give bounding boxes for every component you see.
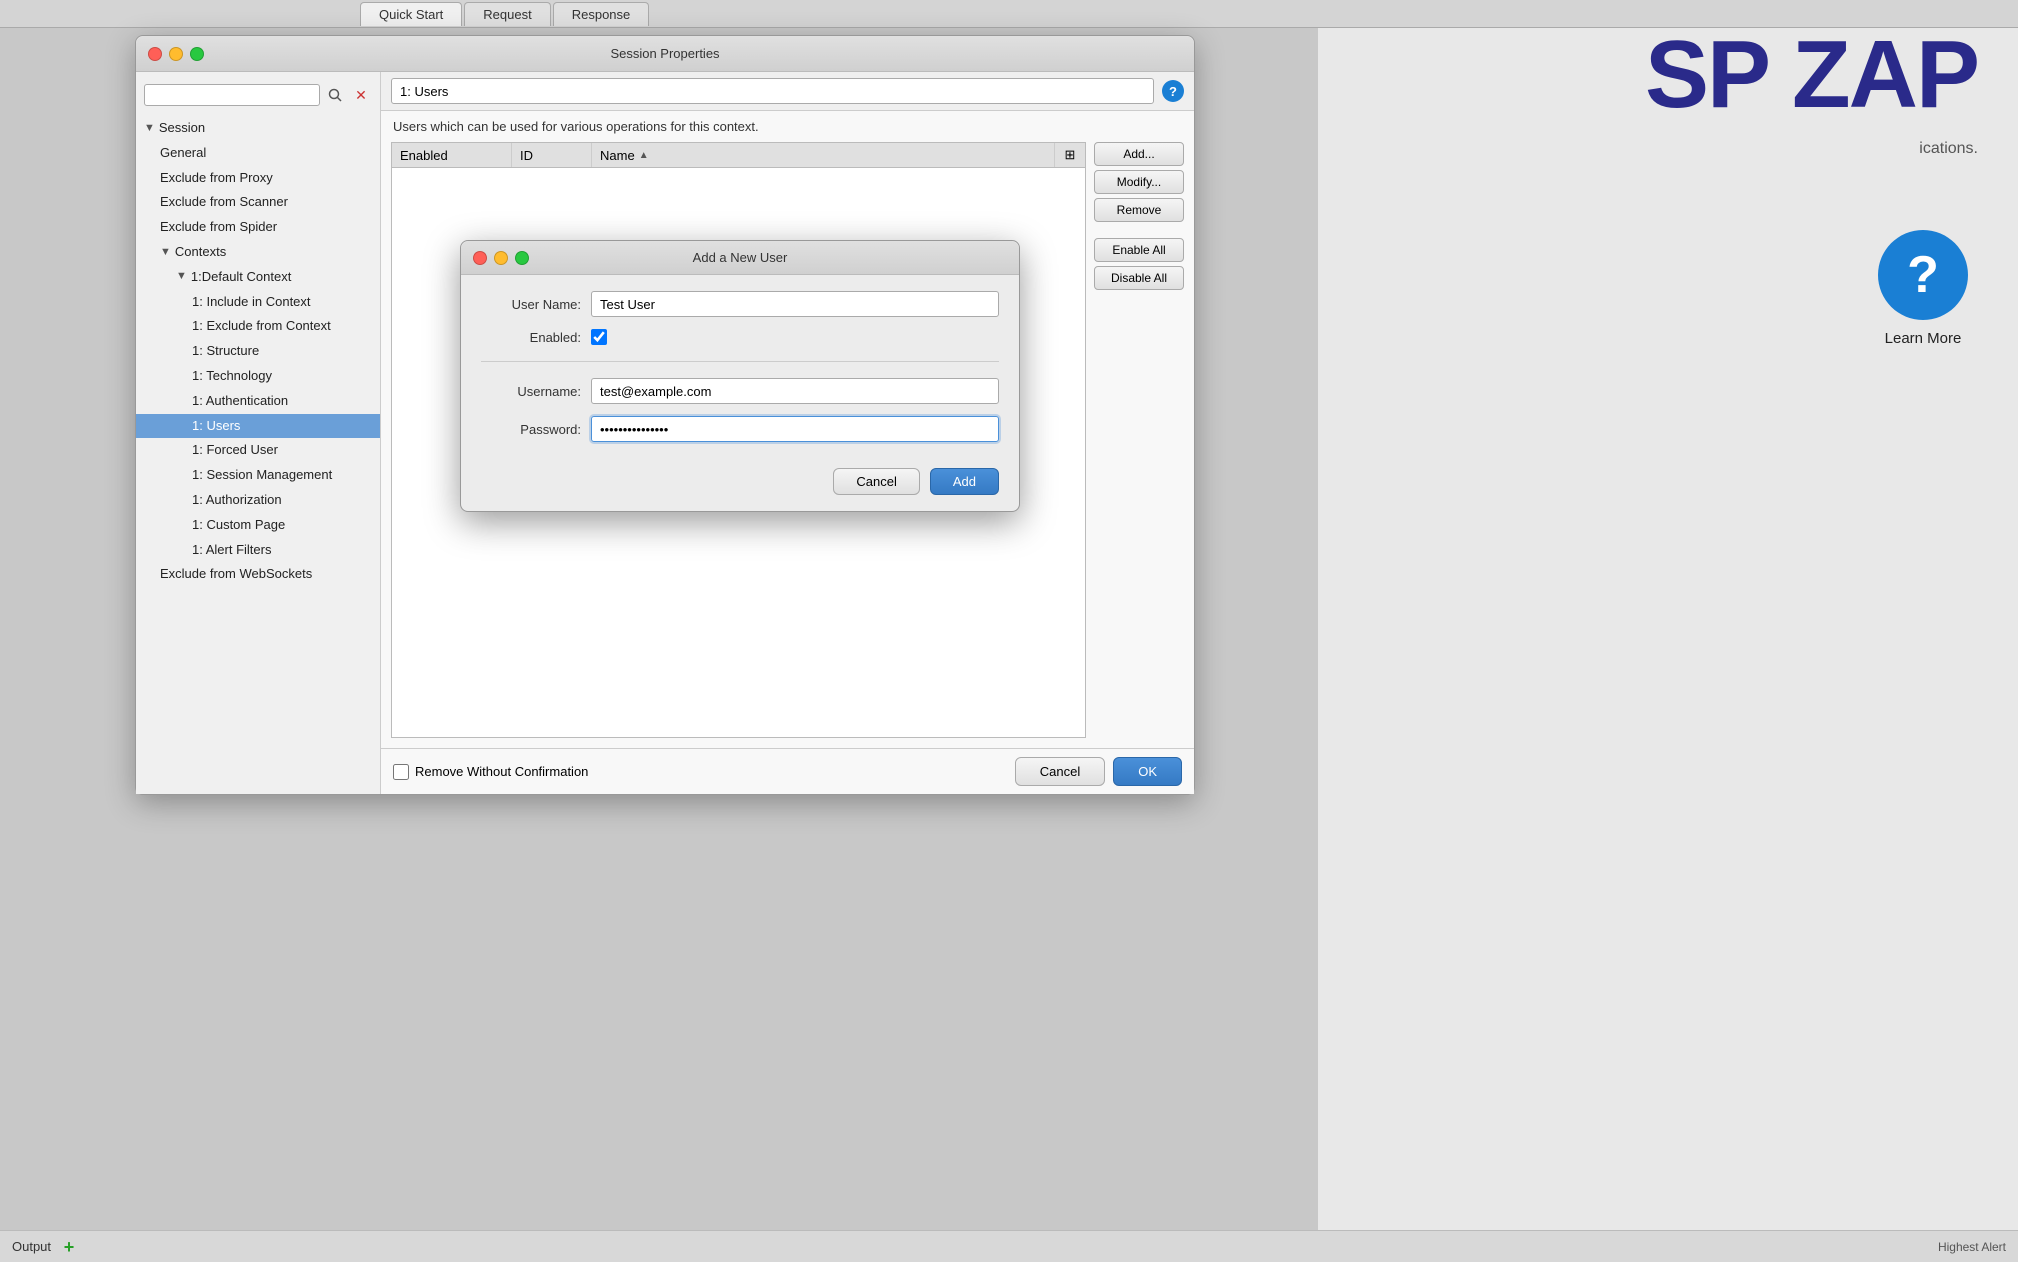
sidebar-item-authentication[interactable]: 1: Authentication <box>136 389 380 414</box>
add-user-add-button[interactable]: Add <box>930 468 999 495</box>
add-user-dialog-body: User Name: Enabled: Username: Password: <box>461 275 1019 458</box>
form-row-login-username: Username: <box>481 378 999 404</box>
sidebar-item-session[interactable]: Session <box>136 116 380 141</box>
username-input[interactable] <box>591 378 999 404</box>
sidebar-search-bar: ✕ <box>136 80 380 110</box>
sidebar-search-icon-btn[interactable] <box>324 84 346 106</box>
sidebar-item-exclude-proxy[interactable]: Exclude from Proxy <box>136 166 380 191</box>
th-enabled: Enabled <box>392 143 512 167</box>
add-user-dialog-footer: Cancel Add <box>461 458 1019 511</box>
minimize-button[interactable] <box>169 47 183 61</box>
sidebar-item-contexts[interactable]: Contexts <box>136 240 380 265</box>
remove-confirmation-checkbox[interactable] <box>393 764 409 780</box>
zap-background: SP ZAP ications. <box>1318 0 2018 1262</box>
sidebar-item-exclude-websockets[interactable]: Exclude from WebSockets <box>136 562 380 587</box>
sidebar-item-include-context[interactable]: 1: Include in Context <box>136 290 380 315</box>
content-header: 1: Users ? <box>381 72 1194 111</box>
sidebar-item-users[interactable]: 1: Users <box>136 414 380 439</box>
enabled-label: Enabled: <box>481 330 581 345</box>
session-sidebar: ✕ Session General Exclude from Proxy Exc… <box>136 72 381 794</box>
output-bar: Output + Highest Alert <box>0 1230 2018 1262</box>
session-dialog-titlebar: Session Properties <box>136 36 1194 72</box>
content-description: Users which can be used for various oper… <box>381 111 1194 142</box>
add-user-dialog: Add a New User User Name: Enabled: Usern… <box>460 240 1020 512</box>
user-name-label: User Name: <box>481 297 581 312</box>
sidebar-clear-icon-btn[interactable]: ✕ <box>350 84 372 106</box>
tab-bar: Quick Start Request Response <box>0 0 2018 28</box>
tab-response[interactable]: Response <box>553 2 650 26</box>
add-user-dialog-title: Add a New User <box>693 250 788 265</box>
contexts-arrow-icon <box>160 244 171 262</box>
th-id: ID <box>512 143 592 167</box>
session-dialog-title: Session Properties <box>610 46 719 61</box>
tab-quick-start[interactable]: Quick Start <box>360 2 462 26</box>
form-separator <box>481 361 999 362</box>
modify-user-button[interactable]: Modify... <box>1094 170 1184 194</box>
add-user-maximize-button[interactable] <box>515 251 529 265</box>
context-title: 1: Users <box>391 78 1154 104</box>
bottom-bar: Remove Without Confirmation Cancel OK <box>381 748 1194 794</box>
enabled-checkbox[interactable] <box>591 329 607 345</box>
sidebar-item-authorization[interactable]: 1: Authorization <box>136 488 380 513</box>
sidebar-item-exclude-context[interactable]: 1: Exclude from Context <box>136 314 380 339</box>
password-label: Password: <box>481 422 581 437</box>
user-name-input[interactable] <box>591 291 999 317</box>
window-controls <box>148 47 204 61</box>
learn-more-help-icon[interactable]: ? <box>1878 230 1968 320</box>
session-ok-button[interactable]: OK <box>1113 757 1182 786</box>
disable-all-button[interactable]: Disable All <box>1094 266 1184 290</box>
highest-alert-label: Highest Alert <box>1938 1240 2006 1254</box>
learn-more-section: ? Learn More <box>1878 230 1968 347</box>
sidebar-item-session-management[interactable]: 1: Session Management <box>136 463 380 488</box>
sidebar-item-forced-user[interactable]: 1: Forced User <box>136 438 380 463</box>
default-context-arrow-icon <box>176 268 187 286</box>
add-user-cancel-button[interactable]: Cancel <box>833 468 919 495</box>
password-input[interactable] <box>591 416 999 442</box>
learn-more-label: Learn More <box>1885 330 1962 347</box>
sidebar-item-technology[interactable]: 1: Technology <box>136 364 380 389</box>
session-arrow-icon <box>144 120 155 138</box>
close-button[interactable] <box>148 47 162 61</box>
remove-user-button[interactable]: Remove <box>1094 198 1184 222</box>
zap-title: SP ZAP <box>1645 20 1978 130</box>
bottom-buttons: Cancel OK <box>1015 757 1182 786</box>
status-right: Highest Alert <box>1938 1240 2006 1254</box>
username-label: Username: <box>481 384 581 399</box>
th-extra: ⊞ <box>1055 143 1085 167</box>
maximize-button[interactable] <box>190 47 204 61</box>
add-user-minimize-button[interactable] <box>494 251 508 265</box>
session-cancel-button[interactable]: Cancel <box>1015 757 1105 786</box>
sort-arrow-icon: ▲ <box>639 150 649 161</box>
sidebar-item-alert-filters[interactable]: 1: Alert Filters <box>136 538 380 563</box>
th-name[interactable]: Name ▲ <box>592 143 1055 167</box>
zap-description: ications. <box>1919 140 1978 158</box>
add-user-close-button[interactable] <box>473 251 487 265</box>
add-user-button[interactable]: Add... <box>1094 142 1184 166</box>
add-user-dialog-titlebar: Add a New User <box>461 241 1019 275</box>
sidebar-item-structure[interactable]: 1: Structure <box>136 339 380 364</box>
add-user-window-controls <box>473 251 529 265</box>
add-output-button[interactable]: + <box>59 1237 79 1257</box>
tab-request[interactable]: Request <box>464 2 550 26</box>
table-actions: Add... Modify... Remove Enable All Disab… <box>1094 142 1184 738</box>
sidebar-item-general[interactable]: General <box>136 141 380 166</box>
sidebar-item-exclude-spider[interactable]: Exclude from Spider <box>136 215 380 240</box>
sidebar-item-custom-page[interactable]: 1: Custom Page <box>136 513 380 538</box>
form-row-password: Password: <box>481 416 999 442</box>
content-help-button[interactable]: ? <box>1162 80 1184 102</box>
sidebar-search-input[interactable] <box>144 84 320 106</box>
sidebar-item-exclude-scanner[interactable]: Exclude from Scanner <box>136 190 380 215</box>
form-row-enabled: Enabled: <box>481 329 999 345</box>
table-header: Enabled ID Name ▲ ⊞ <box>392 143 1085 168</box>
sidebar-item-default-context[interactable]: 1:Default Context <box>136 265 380 290</box>
enable-all-button[interactable]: Enable All <box>1094 238 1184 262</box>
form-row-username: User Name: <box>481 291 999 317</box>
remove-confirmation-label[interactable]: Remove Without Confirmation <box>393 764 588 780</box>
output-label: Output <box>12 1239 51 1254</box>
